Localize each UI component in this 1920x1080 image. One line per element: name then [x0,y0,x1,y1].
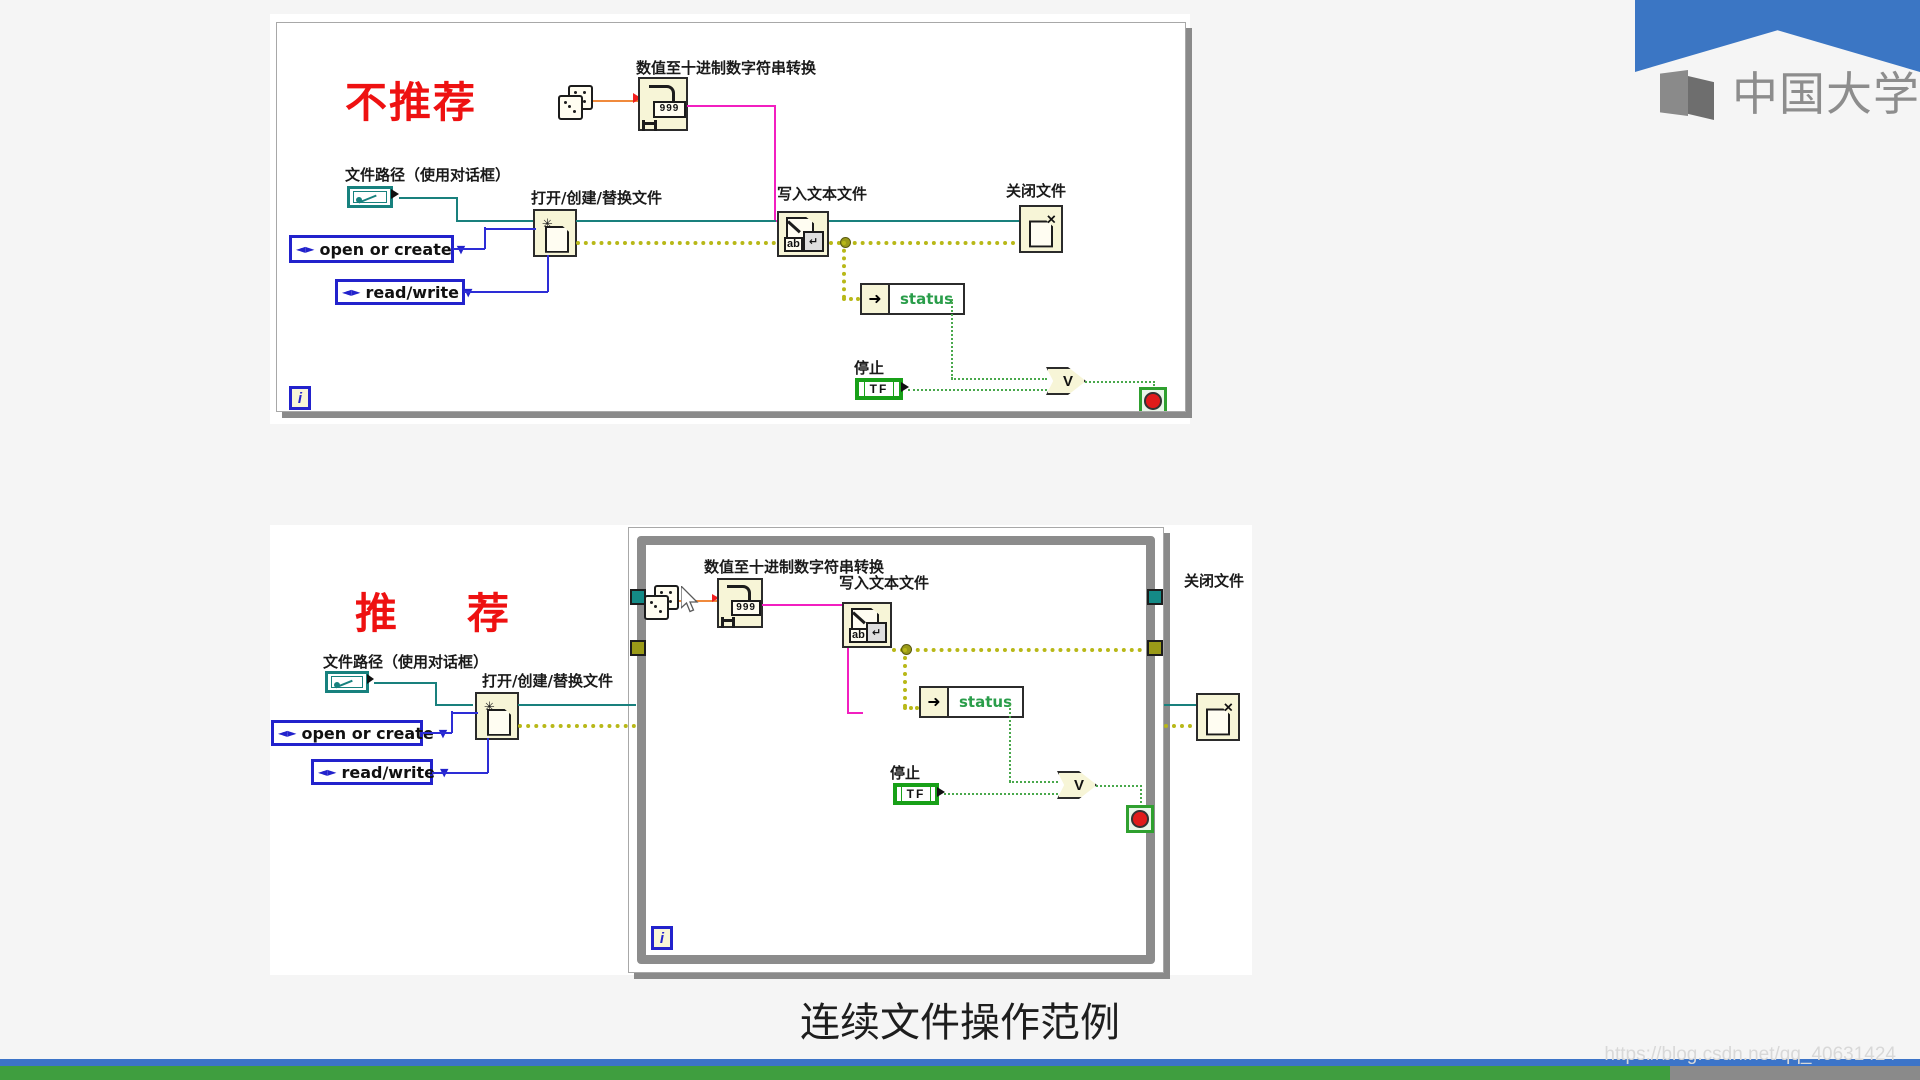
indicator-pad-icon: ➜ [862,285,890,313]
wire-path-bottom-a [374,682,436,684]
dice-icon [558,85,593,120]
enum-access-mode-label: read/write [365,282,459,302]
wire-bool-top-b [951,378,1047,380]
stop-boolean-control-top[interactable]: TF [855,378,903,400]
wire-enum-bottom-d [432,772,488,774]
wire-bool-top-d [1085,381,1155,383]
wire-refnum-bottom-a [518,704,636,706]
label-open-create-replace-top: 打开/创建/替换文件 [531,189,662,207]
or-gate-label: V [1062,372,1073,390]
wire-error-top-a [576,241,776,245]
wire-string-top-v [774,105,776,221]
block-diagram-not-recommended: 不推荐 数值至十进制数字符串转换 999 文件路径（使用对话框） 打开/创建/替… [276,22,1186,412]
wire-error-top-b [829,241,1039,245]
wire-error-bottom-a [518,724,636,728]
file-path-control-icon[interactable] [347,186,393,208]
bottom-outside-wiring: 推 荐 . 文件路径（使用对话框） 打开/创建/替换文件 ✳ ◄► open o… [270,525,1252,975]
enum-arrows-icon: ◄► [296,242,315,256]
wire-path-top-c [456,220,543,222]
wire-refnum-bottom-b [1164,704,1200,706]
book-icon [1660,68,1720,120]
enum-access-mode-label: read/write [341,762,435,782]
wire-number-top [593,100,638,102]
label-close-file-top: 关闭文件 [1006,182,1067,200]
status-indicator-top[interactable]: ➜ status [860,283,965,315]
mouse-pointer-icon [681,586,699,613]
enum-open-mode-label: open or create [301,723,434,743]
enum-access-mode-top[interactable]: ◄► read/write ▼ [335,279,472,305]
label-open-create-replace-bottom: 打开/创建/替换文件 [482,672,613,690]
wire-enum-bottom-a [422,732,452,734]
enum-open-mode-bottom[interactable]: ◄► open or create ▼ [271,720,447,746]
label-stop-top: 停止 [854,359,885,377]
watermark-url: https://blog.csdn.net/qq_40631424 [1604,1044,1896,1065]
wire-bool-top-a [951,299,953,379]
wire-path-top-a [399,197,457,199]
file-path-control-icon[interactable] [325,671,369,693]
close-file-icon[interactable]: × [1196,693,1240,741]
open-create-replace-file-icon[interactable]: ✳ [533,209,577,257]
x-glyph: × [1223,699,1233,717]
wire-enum-bottom-e [487,738,489,773]
wire-enum-top-c [484,228,536,230]
label-number-to-string-top: 数值至十进制数字符串转换 [636,59,817,77]
wire-enum-top-e [547,255,549,292]
number-to-decimal-string-icon: 999 [638,77,688,131]
enum-arrows-icon: ◄► [278,726,297,740]
wire-path-bottom-c [435,704,473,706]
wire-enum-top-b [484,227,486,249]
footer-grey-bar [1670,1066,1920,1080]
wire-refnum-top-b [827,220,1032,222]
wire-bool-top-c [908,389,1047,391]
label-file-path-bottom: 文件路径（使用对话框） [323,653,489,671]
wire-enum-top-a [453,248,485,250]
wire-path-bottom-b [435,682,437,705]
path-terminal-arrow-icon [391,189,399,199]
iteration-terminal-icon: i [289,386,311,410]
heading-recommended: 推 荐 [355,589,524,638]
enum-open-mode-top[interactable]: ◄► open or create ▼ [289,235,465,263]
close-file-icon[interactable]: × [1019,205,1063,253]
wire-enum-top-d [464,291,548,293]
label-file-path-top: 文件路径（使用对话框） [345,166,511,184]
stop-boolean-value: TF [863,381,895,397]
wire-error-bottom-e [1164,724,1200,728]
nines-glyph: 999 [653,100,686,118]
wire-error-top-d [842,297,860,301]
brand-logo: 中国大学MOOC [1660,68,1920,120]
label-close-file-bottom: 关闭文件 [1184,572,1245,590]
brand-name: 中国大学MOOC [1732,68,1920,120]
heading-not-recommended: 不推荐 [345,78,478,127]
enum-open-mode-label: open or create [319,239,452,259]
page-title: 连续文件操作范例 [800,1000,1120,1046]
enum-arrows-icon: ◄► [342,285,361,299]
open-create-replace-file-icon[interactable]: ✳ [475,692,519,740]
diagram-canvas-top: 不推荐 数值至十进制数字符串转换 999 文件路径（使用对话框） 打开/创建/替… [277,23,1185,411]
wire-enum-bottom-b [451,711,453,733]
x-glyph: × [1046,211,1056,229]
label-write-text-file-top: 写入文本文件 [777,185,868,203]
ab-glyph: ab [784,237,803,252]
write-to-text-file-icon[interactable]: ab ↵ [777,211,829,257]
footer-green-bar [0,1066,1670,1080]
wire-error-top-c [842,241,846,299]
enum-access-mode-bottom[interactable]: ◄► read/write ▼ [311,759,448,785]
stop-loop-terminal-icon[interactable] [1139,387,1167,411]
wire-path-top-b [456,197,458,221]
slide-page: 中国大学MOOC 不推荐 数值至十进制数字符串转换 999 [0,0,1920,1080]
wire-enum-bottom-c [451,712,478,714]
path-terminal-arrow-icon [367,674,374,684]
return-arrow-icon: ↵ [803,231,824,252]
wire-refnum-top-a [576,220,776,222]
or-gate-icon[interactable]: V [1046,367,1086,395]
brand-blue-chevron [1635,0,1920,72]
enum-arrows-icon: ◄► [318,765,337,779]
wire-string-top-h [687,105,775,107]
